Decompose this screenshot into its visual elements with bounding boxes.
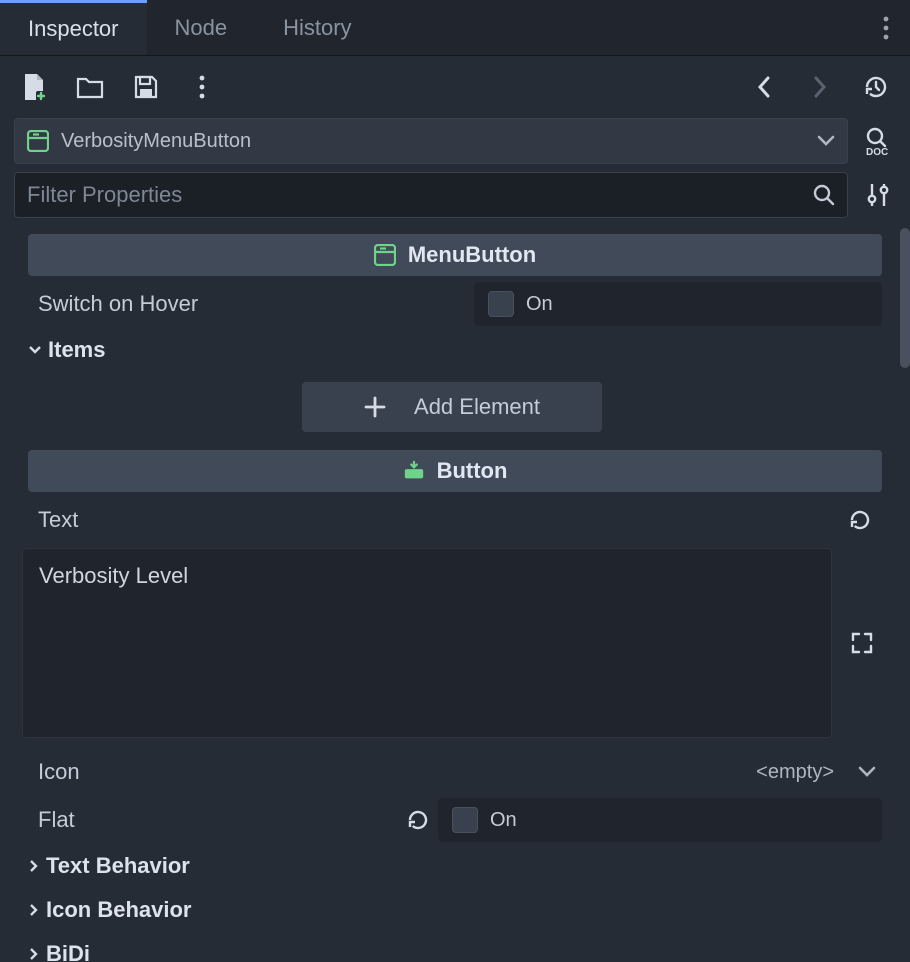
- text-property-input[interactable]: [22, 548, 832, 738]
- filter-properties-box[interactable]: [14, 172, 848, 218]
- fold-text-behavior[interactable]: Text Behavior: [22, 844, 900, 888]
- scrollbar-track[interactable]: [900, 228, 910, 962]
- chevron-down-icon: [817, 135, 835, 147]
- class-header-menubutton[interactable]: MenuButton: [28, 234, 882, 276]
- reset-text-button[interactable]: [848, 508, 872, 532]
- checkbox-on-label: On: [526, 293, 553, 316]
- kebab-icon: [199, 75, 205, 99]
- inspector-body: MenuButton Switch on Hover On Items Add …: [0, 228, 910, 962]
- flat-checkbox[interactable]: [452, 807, 478, 833]
- inspector-tabs: Inspector Node History: [0, 0, 910, 56]
- tab-inspector[interactable]: Inspector: [0, 0, 147, 55]
- property-tools-button[interactable]: [860, 182, 896, 208]
- save-resource-button[interactable]: [130, 71, 162, 103]
- reset-icon: [848, 508, 872, 532]
- chevron-down-icon: [28, 344, 42, 356]
- prop-text-header: Text: [22, 496, 900, 544]
- add-element-label: Add Element: [414, 394, 540, 420]
- fold-label: Text Behavior: [46, 853, 190, 879]
- prop-flat: Flat On: [22, 796, 900, 844]
- chevron-right-icon: [28, 859, 40, 873]
- expand-icon: [851, 632, 873, 654]
- fold-icon-behavior[interactable]: Icon Behavior: [22, 888, 900, 932]
- fold-bidi[interactable]: BiDi: [22, 932, 900, 962]
- button-class-icon: [403, 460, 425, 482]
- reset-flat-button[interactable]: [406, 808, 430, 832]
- class-header-button[interactable]: Button: [28, 450, 882, 492]
- class-header-label: Button: [437, 458, 508, 484]
- prop-label: Switch on Hover: [32, 291, 474, 317]
- checkbox-on-label: On: [490, 809, 517, 832]
- edited-object-selector[interactable]: VerbosityMenuButton: [14, 118, 848, 164]
- prop-label: Flat: [32, 807, 406, 833]
- inspector-toolbar: [0, 56, 910, 118]
- panel-menu-button[interactable]: [862, 0, 910, 55]
- chevron-right-icon: [813, 76, 827, 98]
- sliders-icon: [865, 182, 891, 208]
- folder-open-icon: [76, 75, 104, 99]
- prop-switch-on-hover: Switch on Hover On: [22, 280, 900, 328]
- chevron-right-icon: [28, 947, 40, 961]
- prop-text-value-wrap: [22, 548, 882, 738]
- search-icon: [813, 184, 835, 206]
- prop-icon: Icon <empty>: [22, 748, 900, 796]
- history-forward-button[interactable]: [804, 71, 836, 103]
- prop-label: Text: [32, 507, 469, 533]
- history-menu-button[interactable]: [860, 71, 892, 103]
- fold-label: Icon Behavior: [46, 897, 191, 923]
- history-back-button[interactable]: [748, 71, 780, 103]
- menubutton-class-icon: [374, 244, 396, 266]
- filter-properties-input[interactable]: [27, 182, 813, 208]
- plus-icon: [364, 396, 386, 418]
- fold-label: BiDi: [46, 941, 90, 962]
- chevron-right-icon: [28, 903, 40, 917]
- svg-text:DOC: DOC: [866, 147, 888, 156]
- expand-text-button[interactable]: [842, 548, 882, 738]
- extra-menu-button[interactable]: [186, 71, 218, 103]
- tab-node[interactable]: Node: [147, 0, 256, 55]
- chevron-down-icon: [858, 766, 876, 778]
- tab-label: History: [283, 15, 351, 41]
- fold-label: Items: [48, 337, 105, 363]
- menubutton-class-icon: [27, 130, 49, 152]
- kebab-icon: [883, 16, 889, 40]
- tab-history[interactable]: History: [255, 0, 379, 55]
- edited-object-row: VerbosityMenuButton DOC: [0, 118, 910, 172]
- chevron-left-icon: [757, 76, 771, 98]
- open-docs-button[interactable]: DOC: [860, 126, 896, 156]
- fold-items[interactable]: Items: [22, 328, 900, 372]
- new-resource-button[interactable]: [18, 71, 50, 103]
- scrollbar-thumb[interactable]: [900, 228, 910, 368]
- load-resource-button[interactable]: [74, 71, 106, 103]
- history-icon: [863, 74, 889, 100]
- reset-icon: [406, 808, 430, 832]
- filter-row: [0, 172, 910, 228]
- prop-label: Icon: [32, 759, 474, 785]
- tab-label: Inspector: [28, 16, 119, 42]
- doc-search-icon: DOC: [864, 126, 892, 156]
- class-header-label: MenuButton: [408, 242, 536, 268]
- add-element-button[interactable]: Add Element: [302, 382, 602, 432]
- icon-dropdown-button[interactable]: [858, 766, 876, 778]
- file-add-icon: [22, 73, 46, 101]
- icon-value[interactable]: <empty>: [756, 761, 834, 784]
- edited-object-name: VerbosityMenuButton: [61, 130, 251, 153]
- switch-on-hover-checkbox[interactable]: [488, 291, 514, 317]
- save-icon: [133, 74, 159, 100]
- tab-label: Node: [175, 15, 228, 41]
